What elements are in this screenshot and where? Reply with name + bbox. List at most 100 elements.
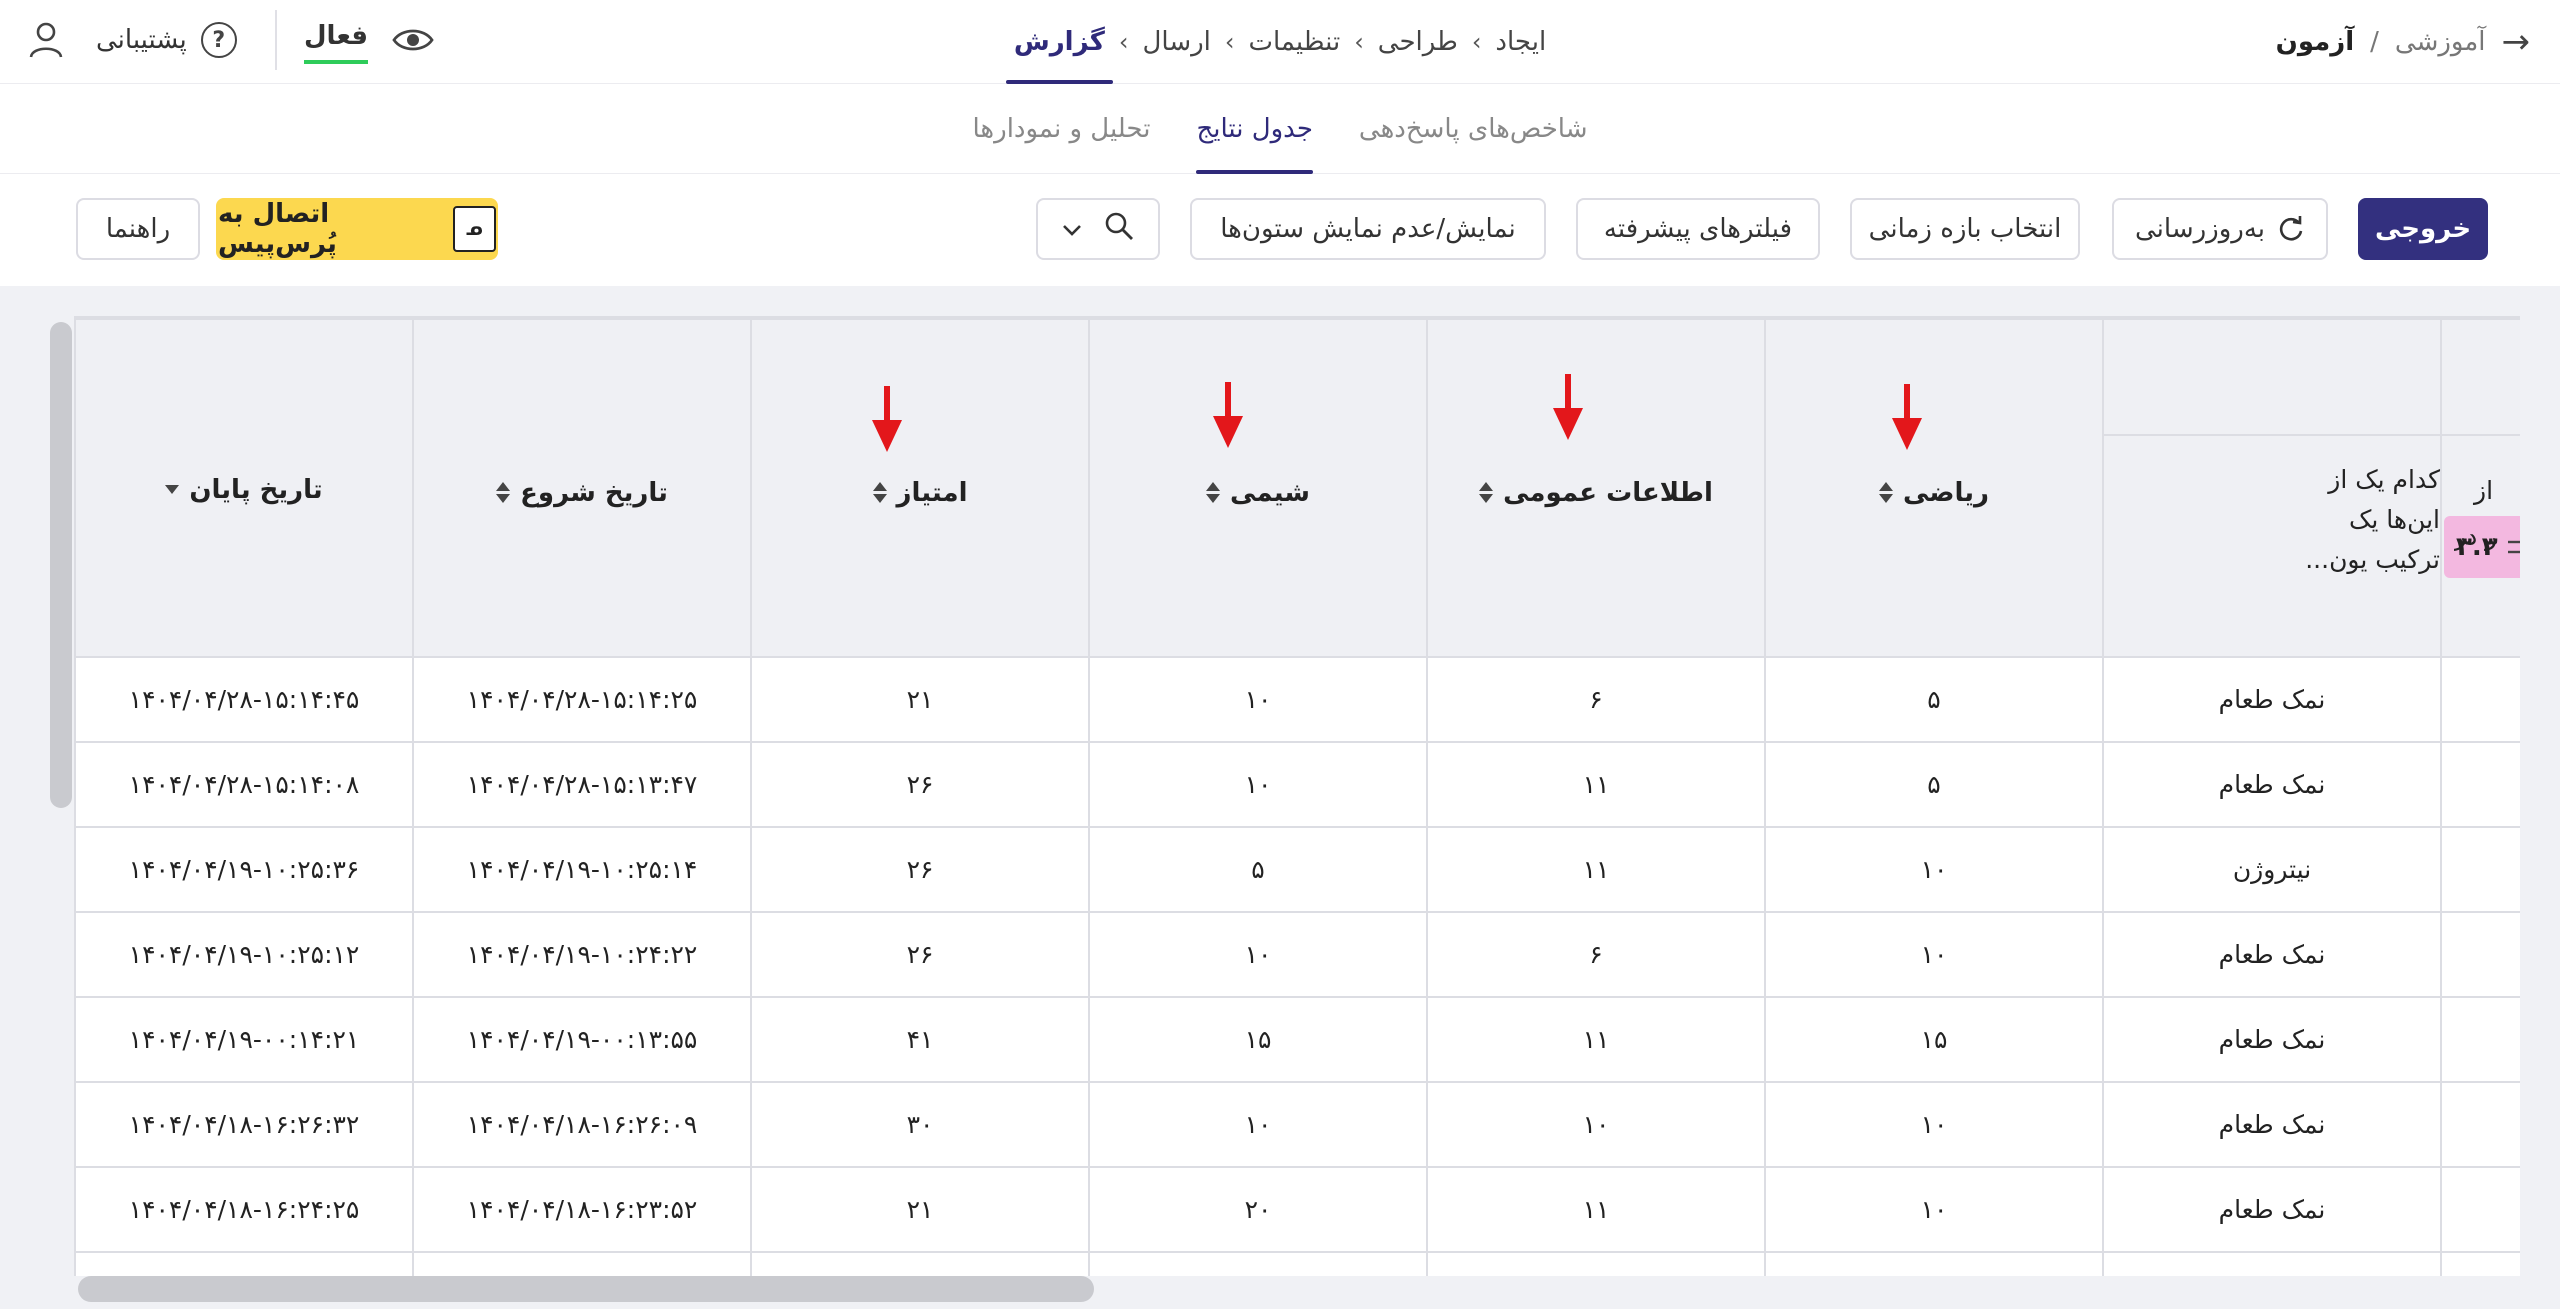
project-breadcrumb: → آموزشی / آزمون	[2276, 0, 2530, 84]
project-parent[interactable]: آموزشی	[2395, 27, 2486, 57]
step-design[interactable]: طراحی	[1378, 27, 1458, 57]
col-math[interactable]: ریاضی	[1764, 318, 2104, 658]
cell-score: ۲۱	[750, 656, 1090, 743]
search-dropdown[interactable]	[1036, 198, 1160, 260]
results-table: تاریخ پایان تاریخ شروع امتیاز شیمی اطلاع…	[74, 318, 2520, 1276]
cell-score: ۳۰	[750, 1081, 1090, 1168]
cell-general: ۶	[1426, 656, 1766, 743]
question-text: کدام یک از این‌ها یک ترکیب یون...	[2305, 465, 2440, 574]
cell-end-date: ۱۴۰۴/۰۴/۱۹-۱۰:۲۵:۳۶	[74, 826, 414, 913]
table-row[interactable]: ۱۴۰۴/۰۴/۱۹-۱۰:۲۵:۳۶ ۱۴۰۴/۰۴/۱۹-۱۰:۲۵:۱۴ ۲۶…	[74, 826, 2520, 913]
sort-icon[interactable]	[872, 482, 887, 504]
table-row[interactable]: ۱۴۰۴/۰۴/۱۸-۱۶:۲۴:۲۵ ۱۴۰۴/۰۴/۱۸-۱۶:۲۳:۵۲ ۲۱…	[74, 1166, 2520, 1253]
refresh-label: به‌روزرسانی	[2134, 214, 2265, 244]
table-row[interactable]	[74, 1251, 2520, 1276]
col-end-date-label: تاریخ پایان	[189, 474, 323, 505]
col-chemistry[interactable]: شیمی	[1088, 318, 1428, 658]
support-link[interactable]: پشتیبانی ?	[96, 16, 237, 64]
cell-start-date: ۱۴۰۴/۰۴/۱۹-۱۰:۲۴:۲۲	[412, 911, 752, 998]
chevron-left-icon: ‹	[1118, 28, 1129, 56]
columns-toggle-button[interactable]: نمایش/عدم نمایش ستون‌ها	[1190, 198, 1546, 260]
advanced-filters-button[interactable]: فیلترهای پیشرفته	[1576, 198, 1820, 260]
cell-start-date: ۱۴۰۴/۰۴/۲۸-۱۵:۱۴:۲۵	[412, 656, 752, 743]
cell-score: ۲۱	[750, 1166, 1090, 1253]
cell-end-date: ۱۴۰۴/۰۴/۱۸-۱۶:۲۴:۲۵	[74, 1166, 414, 1253]
col-start-date-label: تاریخ شروع	[520, 477, 668, 508]
table-row[interactable]: ۱۴۰۴/۰۴/۲۸-۱۵:۱۴:۰۸ ۱۴۰۴/۰۴/۲۸-۱۵:۱۳:۴۷ ۲۶…	[74, 741, 2520, 828]
cell-general: ۶	[1426, 911, 1766, 998]
cell-chemistry: ۱۰	[1088, 911, 1428, 998]
status-active[interactable]: فعال	[304, 14, 369, 64]
arrow-back-icon[interactable]: →	[2502, 22, 2531, 62]
col-chemistry-label: شیمی	[1230, 477, 1310, 508]
cell-end-date: ۱۴۰۴/۰۴/۱۹-۰۰:۱۴:۲۱	[74, 996, 414, 1083]
sort-icon[interactable]	[1206, 482, 1221, 504]
date-range-button[interactable]: انتخاب بازه زمانی	[1850, 198, 2080, 260]
cell-answer: نمک طعام	[2102, 741, 2442, 828]
tab-response-metrics[interactable]: شاخص‌های پاسخ‌دهی	[1359, 84, 1588, 174]
cell-end-date: ۱۴۰۴/۰۴/۱۹-۱۰:۲۵:۱۲	[74, 911, 414, 998]
col-score[interactable]: امتیاز	[750, 318, 1090, 658]
col-question[interactable]: کدام یک از این‌ها یک ترکیب یون...	[2102, 318, 2442, 658]
cell-partial	[2440, 1081, 2520, 1168]
cell-chemistry: ۱۵	[1088, 996, 1428, 1083]
sort-icon[interactable]	[1879, 482, 1894, 504]
cell-end-date: ۱۴۰۴/۰۴/۲۸-۱۵:۱۴:۰۸	[74, 741, 414, 828]
cell-math: ۱۰	[1764, 826, 2104, 913]
step-create[interactable]: ایجاد	[1495, 27, 1546, 57]
step-report[interactable]: گزارش	[1005, 0, 1113, 84]
eye-icon[interactable]	[388, 18, 438, 62]
cell-start-date: ۱۴۰۴/۰۴/۱۹-۰۰:۱۳:۵۵	[412, 996, 752, 1083]
sort-icon[interactable]	[496, 482, 511, 504]
cell-chemistry: ۱۰	[1088, 656, 1428, 743]
tab-results-table[interactable]: جدول نتایج	[1196, 84, 1314, 174]
crumb-separator: /	[2370, 27, 2379, 57]
help-button[interactable]: راهنما	[76, 198, 200, 260]
col-end-date[interactable]: تاریخ پایان	[74, 318, 414, 658]
annotation-arrow-icon	[1892, 384, 1922, 450]
cell-start-date: ۱۴۰۴/۰۴/۱۸-۱۶:۲۳:۵۲	[412, 1166, 752, 1253]
chevron-left-icon: ‹	[1354, 28, 1364, 56]
cell-partial	[2440, 741, 2520, 828]
table-row[interactable]: ۱۴۰۴/۰۴/۱۹-۱۰:۲۵:۱۲ ۱۴۰۴/۰۴/۱۹-۱۰:۲۴:۲۲ ۲۶…	[74, 911, 2520, 998]
cell-answer: نمک طعام	[2102, 911, 2442, 998]
toolbar: خروجی به‌روزرسانی انتخاب بازه زمانی فیلت…	[0, 174, 2560, 286]
cell-empty	[750, 1251, 1090, 1276]
cell-score: ۲۶	[750, 826, 1090, 913]
export-button[interactable]: خروجی	[2358, 198, 2488, 260]
table-row[interactable]: ۱۴۰۴/۰۴/۲۸-۱۵:۱۴:۴۵ ۱۴۰۴/۰۴/۲۸-۱۵:۱۴:۲۵ ۲۱…	[74, 656, 2520, 743]
col-general-label: اطلاعات عمومی	[1503, 477, 1713, 508]
tab-analysis-charts[interactable]: تحلیل و نمودارها	[973, 84, 1151, 174]
user-icon[interactable]	[24, 18, 68, 62]
annotation-arrow-icon	[1553, 374, 1583, 440]
vertical-scrollbar[interactable]	[50, 322, 72, 808]
divider	[275, 10, 277, 70]
results-table-wrapper: تاریخ پایان تاریخ شروع امتیاز شیمی اطلاع…	[74, 316, 2520, 1276]
refresh-button[interactable]: به‌روزرسانی	[2112, 198, 2328, 260]
sort-icon[interactable]	[1479, 482, 1494, 504]
cell-partial	[2440, 826, 2520, 913]
col-start-date[interactable]: تاریخ شروع	[412, 318, 752, 658]
chevron-left-icon: ‹	[1224, 28, 1235, 56]
cell-partial	[2440, 656, 2520, 743]
col-general-knowledge[interactable]: اطلاعات عمومی	[1426, 318, 1766, 658]
cell-general: ۱۰	[1426, 1081, 1766, 1168]
cell-end-date: ۱۴۰۴/۰۴/۲۸-۱۵:۱۴:۴۵	[74, 656, 414, 743]
connect-porsline-button[interactable]: اتصال به پُرس‌پیس ᓄ	[216, 198, 498, 260]
step-settings[interactable]: تنظیمات	[1249, 27, 1341, 57]
sort-desc-icon[interactable]	[165, 485, 180, 495]
cell-math: ۱۰	[1764, 1081, 2104, 1168]
table-row[interactable]: ۱۴۰۴/۰۴/۱۸-۱۶:۲۶:۳۲ ۱۴۰۴/۰۴/۱۸-۱۶:۲۶:۰۹ ۳۰…	[74, 1081, 2520, 1168]
advanced-filters-label: فیلترهای پیشرفته	[1603, 214, 1793, 244]
cell-score: ۲۶	[750, 911, 1090, 998]
results-area: تاریخ پایان تاریخ شروع امتیاز شیمی اطلاع…	[0, 286, 2560, 1309]
cell-score: ۲۶	[750, 741, 1090, 828]
cell-math: ۵	[1764, 656, 2104, 743]
horizontal-scrollbar[interactable]	[78, 1276, 1094, 1302]
cell-partial	[2440, 996, 2520, 1083]
cell-math: ۱۰	[1764, 911, 2104, 998]
search-icon	[1104, 211, 1134, 248]
table-row[interactable]: ۱۴۰۴/۰۴/۱۹-۰۰:۱۴:۲۱ ۱۴۰۴/۰۴/۱۹-۰۰:۱۳:۵۵ ۴۱…	[74, 996, 2520, 1083]
step-send[interactable]: ارسال	[1143, 27, 1211, 57]
col-score-label: امتیاز	[896, 477, 968, 508]
